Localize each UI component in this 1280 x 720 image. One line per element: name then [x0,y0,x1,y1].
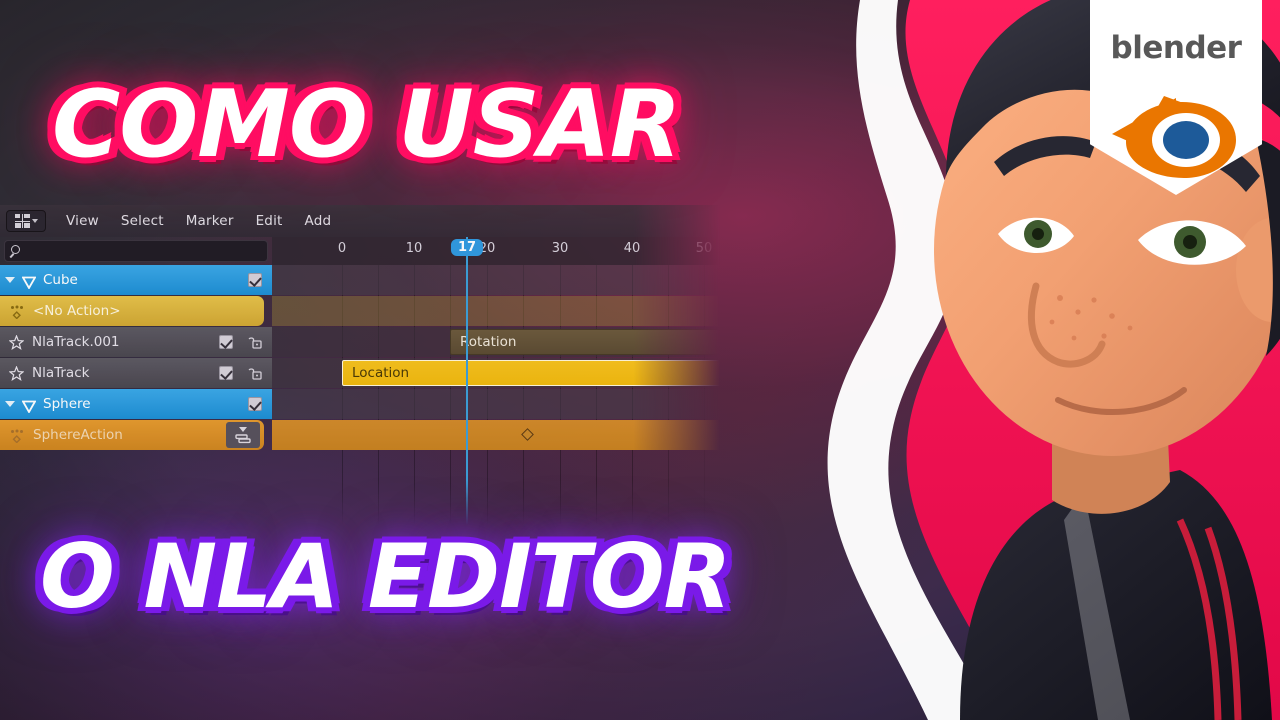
channel-name: SphereAction [33,427,123,443]
title-top: COMO USAR [52,70,681,178]
ruler-tick: 10 [405,241,423,256]
channel-search-row [0,237,272,265]
search-input[interactable] [4,240,268,262]
triangle-down-icon[interactable] [5,277,15,283]
nla-editor-icon [14,214,30,228]
timeline-ruler[interactable]: 0 10 20 30 40 50 [272,237,720,265]
menu-marker[interactable]: Marker [186,213,234,229]
channel-name: <No Action> [33,303,121,319]
action-icon [10,304,25,320]
triangle-down-icon[interactable] [5,401,15,407]
channel-action-sphereaction[interactable]: SphereAction [0,420,264,450]
ruler-tick: 40 [623,241,641,256]
menu-add[interactable]: Add [305,213,332,229]
character-eye-right-pupil [1183,235,1197,249]
channel-name: Sphere [43,396,91,412]
blender-wordmark: blender [1110,30,1242,66]
nla-header-bar: View Select Marker Edit Add [0,205,720,237]
mesh-object-icon [21,274,37,290]
mesh-object-icon [21,398,37,414]
nla-editor-panel: View Select Marker Edit Add Cube <No Act… [0,205,750,525]
menu-edit[interactable]: Edit [256,213,283,229]
object-enable-checkbox[interactable] [248,397,262,411]
chevron-down-icon [31,219,38,223]
timeline-row-nlatrack-001[interactable]: Rotation [272,327,750,357]
channel-track-nlatrack-001[interactable]: NlaTrack.001 [0,327,272,357]
editor-type-selector[interactable] [6,210,46,232]
strip-label: Rotation [460,334,517,350]
title-bottom: O NLA EDITOR [40,525,731,628]
menu-view[interactable]: View [66,213,99,229]
timeline-row-sphereaction[interactable] [272,420,720,450]
ruler-tick: 0 [337,241,347,256]
track-enable-checkbox[interactable] [219,366,233,380]
channel-list: Cube <No Action> NlaTrack.001 NlaTrack S… [0,265,272,525]
nla-timeline: 0 10 20 30 40 50 Rotation Location 17 [272,237,750,525]
ruler-tick: 30 [551,241,569,256]
solo-star-icon[interactable] [8,364,25,381]
channel-object-sphere[interactable]: Sphere [0,389,272,419]
playhead[interactable]: 17 [450,237,484,525]
channel-name: NlaTrack [32,365,90,381]
channel-object-cube[interactable]: Cube [0,265,272,295]
search-icon [9,244,23,258]
channel-track-nlatrack[interactable]: NlaTrack [0,358,272,388]
timeline-row-cube [272,265,720,295]
menu-select[interactable]: Select [121,213,164,229]
keyframe-diamond-icon[interactable] [521,428,534,441]
track-enable-checkbox[interactable] [219,335,233,349]
solo-star-icon[interactable] [8,333,25,350]
object-enable-checkbox[interactable] [248,273,262,287]
timeline-row-no-action [272,296,720,326]
timeline-grid: Rotation Location [272,265,750,525]
channel-name: NlaTrack.001 [32,334,120,350]
unlocked-padlock-icon[interactable] [248,366,262,381]
strip-label: Location [352,365,410,381]
unlocked-padlock-icon[interactable] [248,335,262,350]
blender-mark-icon [1112,96,1236,178]
blender-logo: blender [1090,0,1262,195]
push-down-icon[interactable] [226,422,260,448]
timeline-row-nlatrack[interactable]: Location [272,358,750,388]
character-eye-left-pupil [1032,228,1044,240]
timeline-row-sphere [272,389,720,419]
channel-name: Cube [43,272,78,288]
channel-action-no-action[interactable]: <No Action> [0,296,264,326]
playhead-frame-badge: 17 [450,239,484,256]
nla-menu-bar: View Select Marker Edit Add [66,213,331,229]
action-icon [10,428,25,444]
